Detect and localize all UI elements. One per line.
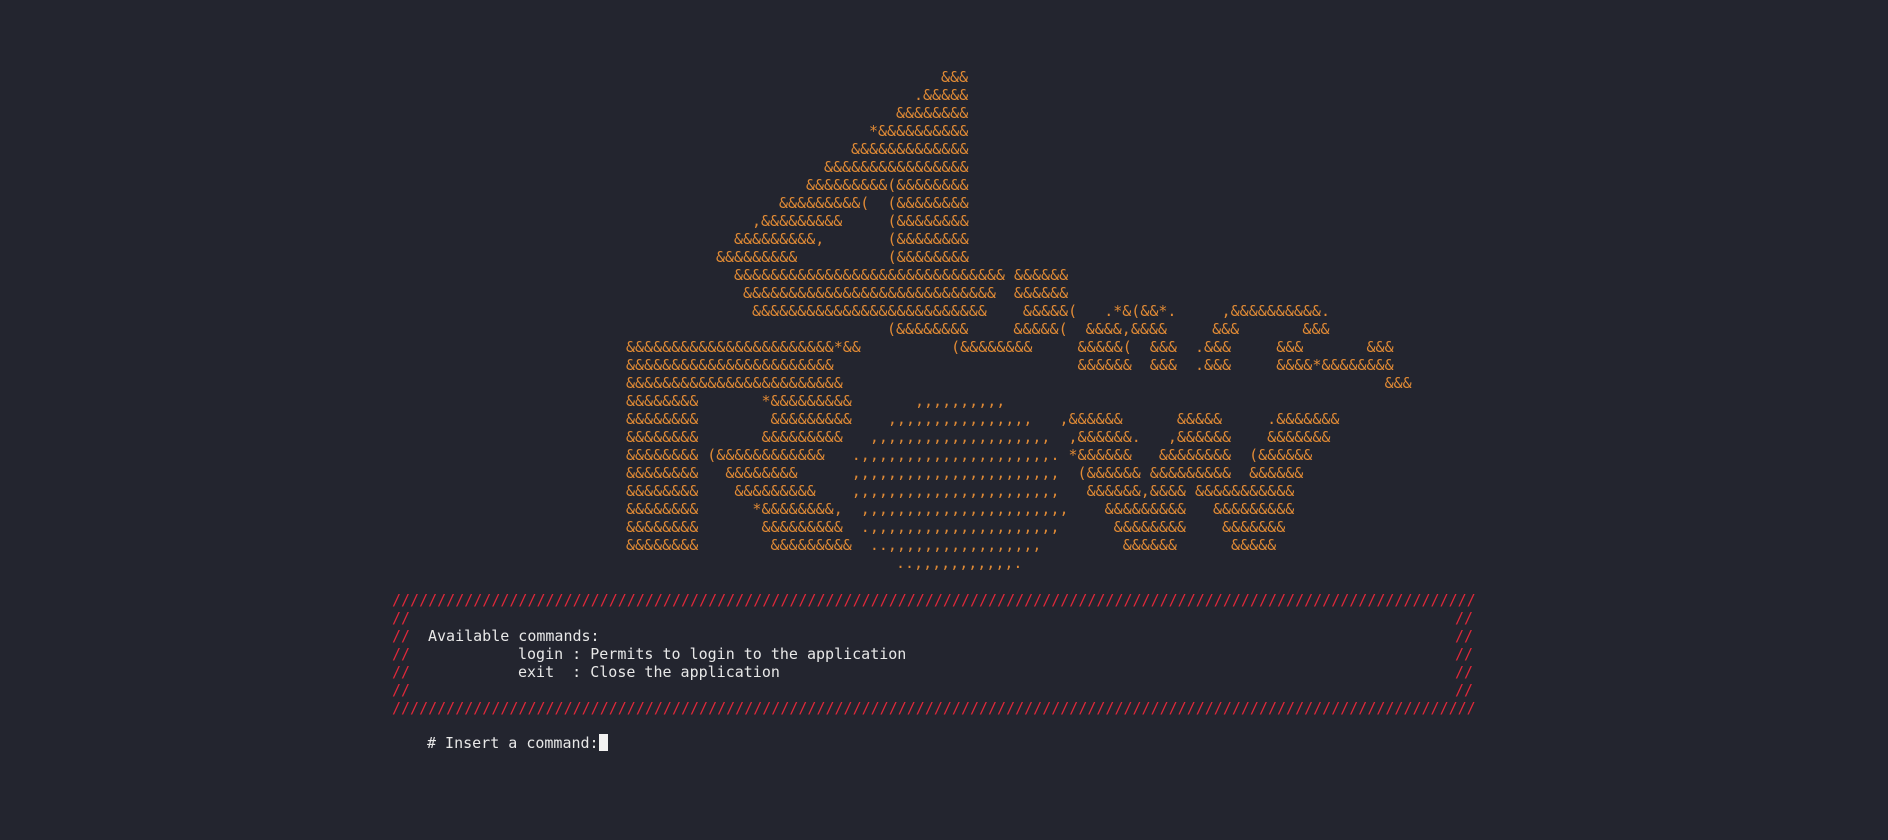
logo-line: &&&&&&&&&(&&&&&&&& bbox=[806, 176, 969, 194]
logo-line: &&&&&&&&&&&&&&&&&&&&&&&& &&& bbox=[626, 374, 1412, 392]
logo-line: &&&&&&&& &&&&&&&&& ,,,,,,,,,,,,,,,, ,&&&… bbox=[626, 410, 1340, 428]
box-top-border: ////////////////////////////////////////… bbox=[392, 591, 1476, 609]
box-right-marker: // bbox=[1455, 663, 1474, 681]
logo-line: &&&&&&&&&&&&&&&&&&&&&&&&&& &&&&&( .*&(&&… bbox=[752, 302, 1330, 320]
command-login-description: login : Permits to login to the applicat… bbox=[518, 645, 907, 663]
box-right-marker: // bbox=[1455, 609, 1474, 627]
box-left-marker: // bbox=[392, 663, 411, 681]
logo-line: &&&&&&&&&&&&&&&&&&&&&&&&&&&& &&&&&& bbox=[743, 284, 1069, 302]
logo-line: &&&&&&&&&, (&&&&&&&& bbox=[734, 230, 969, 248]
box-bottom-border: ////////////////////////////////////////… bbox=[392, 699, 1476, 717]
logo-line: &&&&&&&& &&&&&&&& ,,,,,,,,,,,,,,,,,,,,,,… bbox=[626, 464, 1304, 482]
logo-line: &&&&&&&& &&&&&&&&& ,,,,,,,,,,,,,,,,,,,, … bbox=[626, 428, 1331, 446]
box-left-marker: // bbox=[392, 681, 411, 699]
logo-line: &&&&&&&&& (&&&&&&&& bbox=[716, 248, 969, 266]
logo-line: &&&&&&&&&&&&&&&& bbox=[824, 158, 969, 176]
logo-line: &&&&&&&&&&&&&&&&&&&&&&&*&& (&&&&&&&& &&&… bbox=[626, 338, 1394, 356]
logo-line: &&&&&&&&&&&&& bbox=[851, 140, 969, 158]
logo-line: .&&&&& bbox=[914, 86, 969, 104]
command-exit-description: exit : Close the application bbox=[518, 663, 780, 681]
logo-line: (&&&&&&&& &&&&&( &&&&,&&&& &&& &&& bbox=[887, 320, 1330, 338]
box-right-marker: // bbox=[1455, 645, 1474, 663]
command-prompt[interactable]: # Insert a command: bbox=[427, 733, 608, 753]
logo-line: &&&&&&&&&( (&&&&&&&& bbox=[779, 194, 969, 212]
logo-line: &&&&&&&& (&&&&&&&&&&&& .,,,,,,,,,,,,,,,,… bbox=[626, 446, 1313, 464]
logo-line: &&&&&&&& *&&&&&&&&& ,,,,,,,,,, bbox=[626, 392, 1006, 410]
logo-line: ,&&&&&&&&& (&&&&&&&& bbox=[752, 212, 969, 230]
box-left-marker: // bbox=[392, 609, 411, 627]
logo-line: &&& bbox=[941, 68, 969, 86]
available-commands-title: Available commands: bbox=[428, 627, 600, 645]
text-cursor bbox=[598, 734, 608, 751]
logo-line: &&&&&&&& *&&&&&&&&, ,,,,,,,,,,,,,,,,,,,,… bbox=[626, 500, 1295, 518]
logo-line: &&&&&&&& &&&&&&&&& .,,,,,,,,,,,,,,,,,,,,… bbox=[626, 518, 1286, 536]
box-right-marker: // bbox=[1455, 627, 1474, 645]
box-left-marker: // bbox=[392, 627, 411, 645]
box-left-marker: // bbox=[392, 645, 411, 663]
prompt-label: # Insert a command: bbox=[427, 734, 599, 752]
logo-line: &&&&&&&&&&&&&&&&&&&&&&&&&&&&&& &&&&&& bbox=[734, 266, 1069, 284]
terminal-window: &&& .&&&&& &&&&&&&& *&&&&&&&&&& &&&&&&&&… bbox=[0, 0, 1888, 840]
logo-line: *&&&&&&&&&& bbox=[869, 122, 969, 140]
box-right-marker: // bbox=[1455, 681, 1474, 699]
logo-line: ..,,,,,,,,,,,. bbox=[896, 554, 1023, 572]
logo-line: &&&&&&&& &&&&&&&&& ,,,,,,,,,,,,,,,,,,,,,… bbox=[626, 482, 1295, 500]
logo-line: &&&&&&&& bbox=[896, 104, 969, 122]
logo-line: &&&&&&&& &&&&&&&&& ..,,,,,,,,,,,,,,,,, &… bbox=[626, 536, 1277, 554]
logo-line: &&&&&&&&&&&&&&&&&&&&&&& &&&&&& &&& .&&& … bbox=[626, 356, 1394, 374]
